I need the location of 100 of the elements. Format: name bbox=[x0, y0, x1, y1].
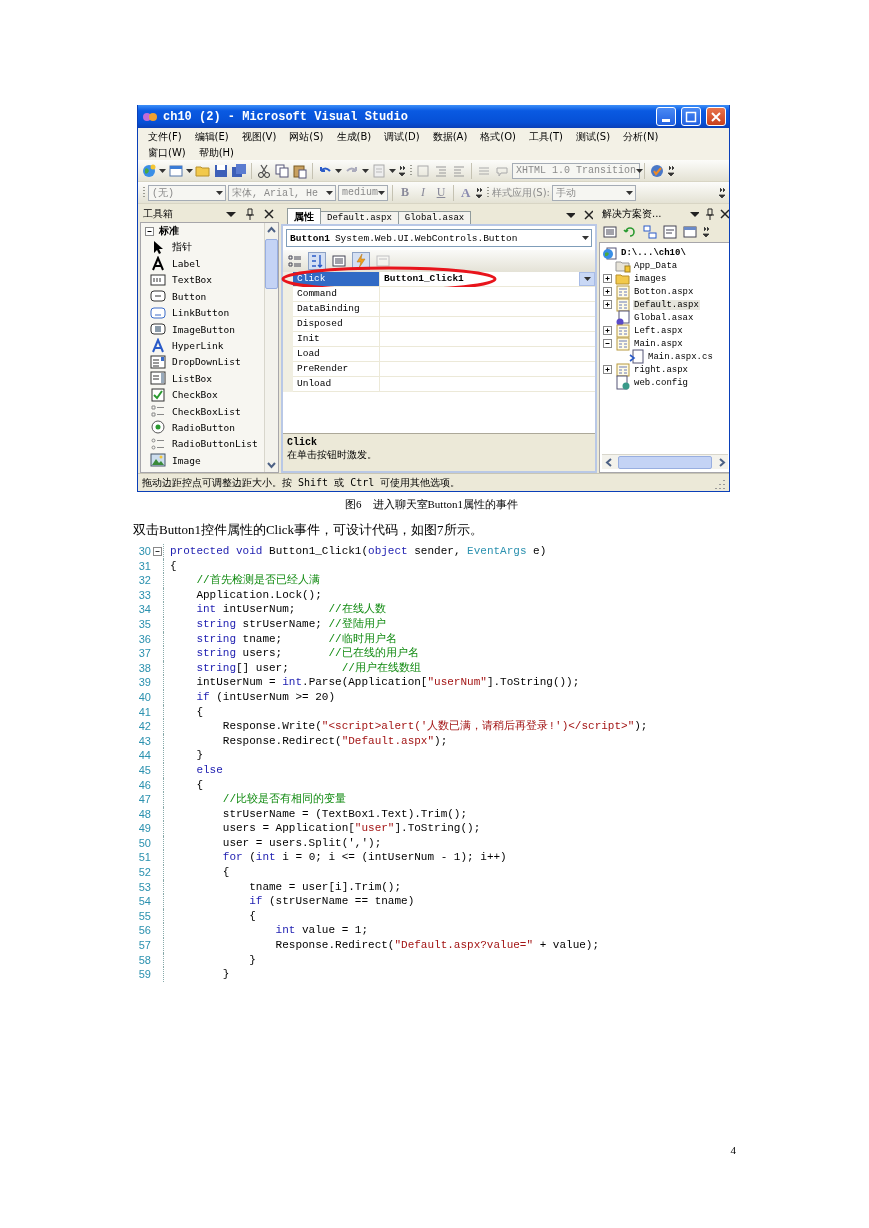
properties-button[interactable] bbox=[330, 252, 348, 270]
toolbox-item[interactable]: RadioButton bbox=[141, 419, 264, 436]
view-code-icon[interactable] bbox=[662, 224, 678, 240]
property-list-icon[interactable] bbox=[602, 224, 618, 240]
property-value[interactable]: Button1_Click1 bbox=[384, 272, 464, 286]
caret-icon[interactable] bbox=[362, 168, 369, 173]
tree-item[interactable]: Global.asax bbox=[633, 312, 695, 323]
toolbox-item[interactable]: Button bbox=[141, 288, 264, 305]
refresh-icon[interactable] bbox=[622, 224, 638, 240]
code-line: Application.Lock(); bbox=[195, 587, 322, 603]
expand-icon[interactable] bbox=[602, 286, 613, 297]
menu-item[interactable]: 生成(B) bbox=[336, 130, 372, 144]
tree-item[interactable]: right.aspx bbox=[633, 364, 689, 375]
expand-icon[interactable] bbox=[602, 273, 613, 284]
property-pages-icon bbox=[375, 253, 391, 269]
code-line: strUserName = (TextBox1.Text).Trim(); bbox=[221, 806, 468, 822]
toolbox-item[interactable]: TextBox bbox=[141, 271, 264, 289]
minimize-button[interactable] bbox=[656, 107, 676, 126]
scrollbar-thumb[interactable] bbox=[265, 239, 278, 289]
tree-item[interactable]: web.config bbox=[633, 377, 689, 388]
tree-item[interactable]: Left.aspx bbox=[633, 325, 684, 336]
group-label[interactable]: 标准 bbox=[159, 224, 179, 238]
menu-item[interactable]: 调试(D) bbox=[384, 130, 420, 144]
caret-icon[interactable] bbox=[186, 168, 193, 173]
code-line: if (strUserName == tname) bbox=[248, 894, 415, 909]
alphabetical-button[interactable] bbox=[308, 252, 326, 270]
button-icon bbox=[150, 288, 166, 305]
menu-item[interactable]: 帮助(H) bbox=[198, 146, 235, 160]
scissors-icon[interactable] bbox=[256, 162, 272, 179]
code-line: intUserNum = int.Parse(Application["userNum"].ToString()); bbox=[195, 675, 580, 690]
tree-item[interactable]: Main.aspx.cs bbox=[647, 351, 714, 362]
save-icon[interactable] bbox=[213, 162, 229, 179]
close-button[interactable] bbox=[706, 107, 726, 126]
tree-item[interactable]: Default.aspx bbox=[633, 299, 700, 310]
vertical-scrollbar[interactable] bbox=[264, 223, 278, 472]
tree-item[interactable]: App_Data bbox=[633, 260, 679, 271]
code-line: int intUserNum; //在线人数 bbox=[195, 602, 386, 617]
toolbox-item[interactable]: ImageButton bbox=[141, 320, 264, 338]
tree-item[interactable]: Botton.aspx bbox=[633, 286, 695, 297]
toolbox-item[interactable]: CheckBox bbox=[141, 386, 264, 403]
expand-icon[interactable] bbox=[602, 325, 613, 336]
textbox-icon bbox=[150, 271, 166, 288]
collapse-icon[interactable] bbox=[151, 545, 163, 557]
menu-item[interactable]: 视图(V) bbox=[241, 130, 277, 144]
code-line: tname = user[i].Trim(); bbox=[248, 879, 402, 895]
menu-item[interactable]: 工具(T) bbox=[529, 130, 563, 144]
toolbox-item[interactable]: RadioButtonList bbox=[141, 435, 264, 453]
menu-item[interactable]: 窗口(W) bbox=[148, 146, 186, 160]
validation-icon[interactable] bbox=[649, 162, 665, 179]
toolbox-item[interactable]: DropDownList bbox=[141, 353, 264, 371]
code-line: int value = 1; bbox=[274, 923, 369, 939]
tree-item[interactable]: images bbox=[633, 273, 668, 284]
maximize-button[interactable] bbox=[681, 107, 701, 126]
web-page-icon bbox=[615, 361, 631, 378]
collapse-icon[interactable] bbox=[602, 338, 613, 349]
line-number: 52 bbox=[137, 865, 151, 880]
caret-icon[interactable] bbox=[335, 168, 342, 173]
toolbox-item[interactable]: CheckBoxList bbox=[141, 402, 264, 420]
tab[interactable]: Global.asax bbox=[397, 211, 472, 224]
code-line: } bbox=[195, 748, 203, 763]
window-icon[interactable] bbox=[168, 162, 184, 179]
toolbox-item[interactable]: 指针 bbox=[141, 239, 264, 256]
tree-item[interactable]: D:\...\ch10\ bbox=[620, 247, 687, 258]
toolbox-item[interactable]: Image bbox=[141, 452, 264, 469]
expand-icon[interactable] bbox=[602, 364, 613, 375]
nest-icon[interactable] bbox=[642, 224, 658, 240]
paste-icon[interactable] bbox=[292, 162, 308, 179]
toolbox-item[interactable]: ListBox bbox=[141, 370, 264, 387]
expand-icon[interactable] bbox=[602, 299, 613, 310]
caret-icon[interactable] bbox=[389, 168, 396, 173]
horizontal-scrollbar[interactable] bbox=[602, 454, 728, 469]
web-page-icon bbox=[615, 283, 631, 300]
copy-icon[interactable] bbox=[274, 162, 290, 179]
menu-item[interactable]: 测试(S) bbox=[575, 130, 611, 144]
scrollbar-thumb[interactable] bbox=[618, 455, 712, 469]
property-list-icon bbox=[331, 253, 347, 269]
menu-item[interactable]: 网站(S) bbox=[289, 130, 324, 144]
menu-item[interactable]: 文件(F) bbox=[148, 130, 182, 144]
menu-item[interactable]: 格式(O) bbox=[480, 130, 517, 144]
toolbox-item[interactable]: HyperLink bbox=[141, 337, 264, 354]
tree-item[interactable]: Main.aspx bbox=[633, 338, 684, 349]
save-all-icon[interactable] bbox=[231, 162, 247, 179]
menu-item[interactable]: 分析(N) bbox=[623, 130, 659, 144]
collapse-icon[interactable] bbox=[144, 225, 155, 237]
dropdown-button[interactable] bbox=[579, 272, 595, 286]
toolbox-item[interactable]: Label bbox=[141, 255, 264, 272]
overflow-icon[interactable] bbox=[702, 224, 710, 240]
tab[interactable]: 属性 bbox=[287, 208, 321, 224]
tab[interactable]: Default.aspx bbox=[320, 211, 399, 224]
property-name[interactable]: Click bbox=[293, 272, 379, 286]
object-selector[interactable]: Button1 System.Web.UI.WebControls.Button bbox=[286, 229, 592, 247]
window-title: ch10 (2) - Microsoft Visual Studio bbox=[163, 109, 409, 124]
caret-icon[interactable] bbox=[159, 168, 166, 173]
line-number: 47 bbox=[137, 792, 151, 807]
categorized-button[interactable] bbox=[286, 252, 304, 270]
menu-item[interactable]: 编辑(E) bbox=[194, 130, 229, 144]
toolbox-item[interactable]: LinkButton bbox=[141, 304, 264, 321]
web-page-icon bbox=[615, 335, 631, 352]
menu-item[interactable]: 数据(A) bbox=[432, 130, 468, 144]
link-button-icon bbox=[150, 304, 166, 321]
